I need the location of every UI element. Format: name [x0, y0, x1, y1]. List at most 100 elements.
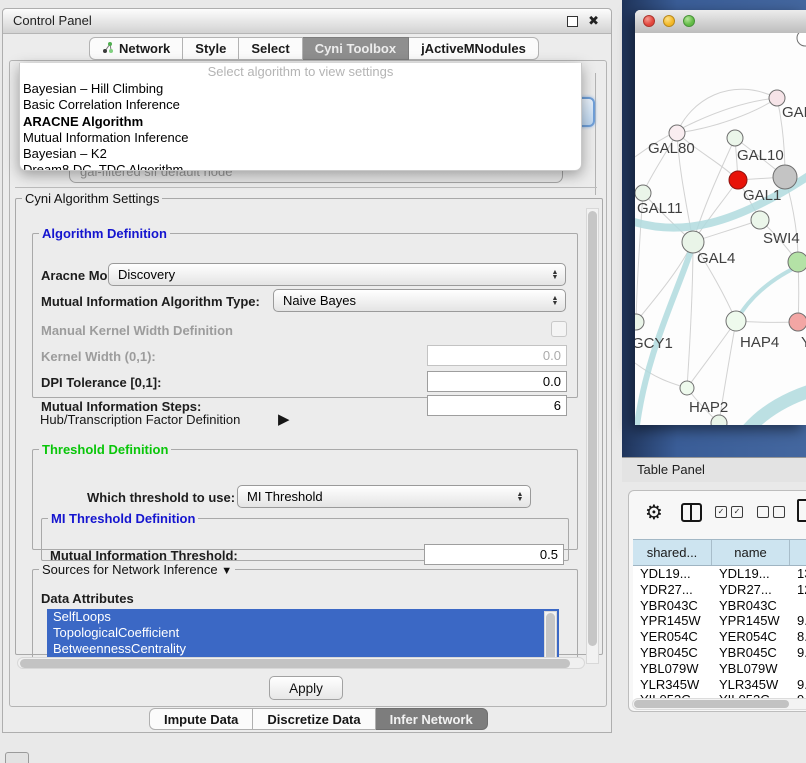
table-panel-titlebar[interactable]: Table Panel	[622, 457, 806, 483]
dropdown-option-highlighted[interactable]: ARACNE Algorithm	[20, 114, 581, 130]
tab-impute-data[interactable]: Impute Data	[149, 708, 253, 730]
dropdown-option[interactable]: Basic Correlation Inference	[20, 97, 581, 113]
mi-type-label: Mutual Information Algorithm Type:	[41, 294, 260, 309]
table-cell: 13	[790, 566, 806, 582]
list-item[interactable]: TopologicalCoefficient	[47, 625, 559, 641]
table-cell: YER054C	[712, 629, 790, 645]
gear-icon[interactable]: ⚙	[645, 500, 663, 525]
window-title: Control Panel	[13, 13, 92, 28]
manual-kernel-checkbox[interactable]	[551, 321, 567, 337]
table-row[interactable]: YBR045CYBR045C9.	[633, 645, 806, 661]
sources-group-title: Sources for Network Inference ▼	[39, 562, 235, 577]
bottom-left-widget-fragment[interactable]	[5, 752, 29, 763]
settings-vertical-scrollbar[interactable]	[586, 208, 599, 664]
apply-button[interactable]: Apply	[269, 676, 343, 700]
network-node-hap2[interactable]	[680, 381, 694, 395]
network-node-y[interactable]	[789, 313, 806, 331]
network-icon	[102, 41, 114, 57]
hub-expand-arrow-icon[interactable]: ▶	[278, 410, 290, 428]
columns-icon[interactable]	[681, 503, 702, 522]
node-label: GAL80	[648, 140, 695, 157]
network-node-gal11[interactable]	[635, 185, 651, 201]
tab-jactivemnodules[interactable]: jActiveMNodules	[409, 37, 539, 60]
node-label: HAP4	[740, 334, 779, 351]
network-window-titlebar[interactable]	[635, 10, 806, 34]
combo-arrows-icon: ▲▼	[548, 296, 562, 306]
minimize-traffic-light[interactable]	[663, 15, 675, 27]
table-cell: YER054C	[633, 629, 712, 645]
which-threshold-combo[interactable]: MI Threshold ▲▼	[237, 485, 531, 508]
table-cell: YBR043C	[633, 598, 712, 614]
network-node[interactable]	[788, 252, 806, 272]
table-row[interactable]: YPR145WYPR145W9.	[633, 613, 806, 629]
tab-select[interactable]: Select	[239, 37, 302, 60]
mi-threshold-label: Mutual Information Threshold:	[50, 548, 238, 563]
settings-horizontal-scrollbar[interactable]	[17, 657, 585, 669]
tab-network[interactable]: Network	[89, 37, 183, 60]
dropdown-option[interactable]: Bayesian – Hill Climbing	[20, 81, 581, 97]
float-window-icon[interactable]	[567, 16, 578, 27]
document-icon[interactable]	[797, 499, 806, 522]
close-icon[interactable]: ✖	[588, 13, 599, 29]
kernel-width-field[interactable]: 0.0	[427, 345, 567, 366]
list-vertical-scrollbar[interactable]	[544, 611, 557, 662]
table-cell: 9.	[790, 613, 806, 629]
network-node[interactable]	[797, 33, 806, 46]
zoom-traffic-light[interactable]	[683, 15, 695, 27]
table-row[interactable]: YER054CYER054C8.	[633, 629, 806, 645]
table-row[interactable]: YBR043CYBR043C	[633, 598, 806, 614]
mi-type-combo[interactable]: Naive Bayes ▲▼	[273, 289, 566, 312]
table-horizontal-scrollbar[interactable]	[632, 698, 806, 710]
column-header[interactable]	[790, 540, 806, 565]
table-cell: YBL079W	[712, 661, 790, 677]
dropdown-placeholder: Select algorithm to view settings	[20, 63, 581, 81]
dropdown-option[interactable]: Mutual Information Inference	[20, 130, 581, 146]
column-header[interactable]: name	[712, 540, 790, 565]
close-traffic-light[interactable]	[643, 15, 655, 27]
collapse-arrow-icon[interactable]: ▼	[221, 565, 232, 577]
tab-cyni-toolbox[interactable]: Cyni Toolbox	[303, 37, 409, 60]
select-all-checkboxes-icon[interactable]: ✓✓	[715, 506, 743, 518]
threshold-definition-title: Threshold Definition	[39, 442, 171, 457]
network-node[interactable]	[773, 165, 797, 189]
aracne-mode-combo[interactable]: Discovery ▲▼	[108, 263, 566, 286]
hub-definition-label: Hub/Transcription Factor Definition	[40, 412, 240, 427]
table-row[interactable]: YBL079WYBL079W	[633, 661, 806, 677]
network-node[interactable]	[711, 415, 727, 425]
mi-steps-field[interactable]: 6	[427, 395, 567, 416]
control-panel-titlebar[interactable]: Control Panel ✖	[3, 9, 611, 34]
tab-discretize-data[interactable]: Discretize Data	[253, 708, 375, 730]
tab-infer-network[interactable]: Infer Network	[376, 708, 488, 730]
list-item[interactable]: SelfLoops	[47, 609, 559, 625]
node-label: HAP2	[689, 399, 728, 416]
tab-style[interactable]: Style	[183, 37, 239, 60]
table-cell: 9.	[790, 677, 806, 693]
dropdown-option[interactable]: Dream8 DC_TDC Algorithm	[20, 162, 581, 171]
control-panel-window: Control Panel ✖ Network Style Select Cyn…	[2, 8, 612, 733]
dpi-tolerance-field[interactable]: 0.0	[427, 371, 567, 392]
settings-group-title: Cyni Algorithm Settings	[22, 191, 162, 206]
table-cell: YDL19...	[633, 566, 712, 582]
network-canvas[interactable]: GALGAL80GAL10GAL1GAL11SWI4GAL4GCY1HAP4YH…	[635, 33, 806, 425]
table-row[interactable]: YDL19...YDL19...13	[633, 566, 806, 582]
table-row[interactable]: YLR345WYLR345W9.	[633, 677, 806, 693]
network-node-swi4[interactable]	[751, 211, 769, 229]
node-label: GAL10	[737, 147, 784, 164]
table-cell: YPR145W	[633, 613, 712, 629]
network-node-hap4[interactable]	[726, 311, 746, 331]
table-toolbar: ⚙ ✓✓	[629, 491, 806, 535]
table-row[interactable]: YDR27...YDR27...12	[633, 582, 806, 598]
combo-arrows-icon: ▲▼	[548, 270, 562, 280]
list-item[interactable]: BetweennessCentrality	[47, 641, 559, 657]
combo-arrows-icon: ▲▼	[513, 492, 527, 502]
node-label: GCY1	[635, 335, 673, 352]
column-header[interactable]: shared...	[633, 540, 712, 565]
network-node-gal10[interactable]	[727, 130, 743, 146]
network-node-gcy1[interactable]	[635, 314, 644, 330]
deselect-all-checkboxes-icon[interactable]	[757, 506, 785, 518]
table-cell	[790, 661, 806, 677]
dropdown-option[interactable]: Bayesian – K2	[20, 146, 581, 162]
algorithm-dropdown-popup: Select algorithm to view settings Bayesi…	[19, 63, 582, 171]
kernel-width-label: Kernel Width (0,1):	[41, 349, 156, 364]
network-node-gal80[interactable]	[669, 125, 685, 141]
